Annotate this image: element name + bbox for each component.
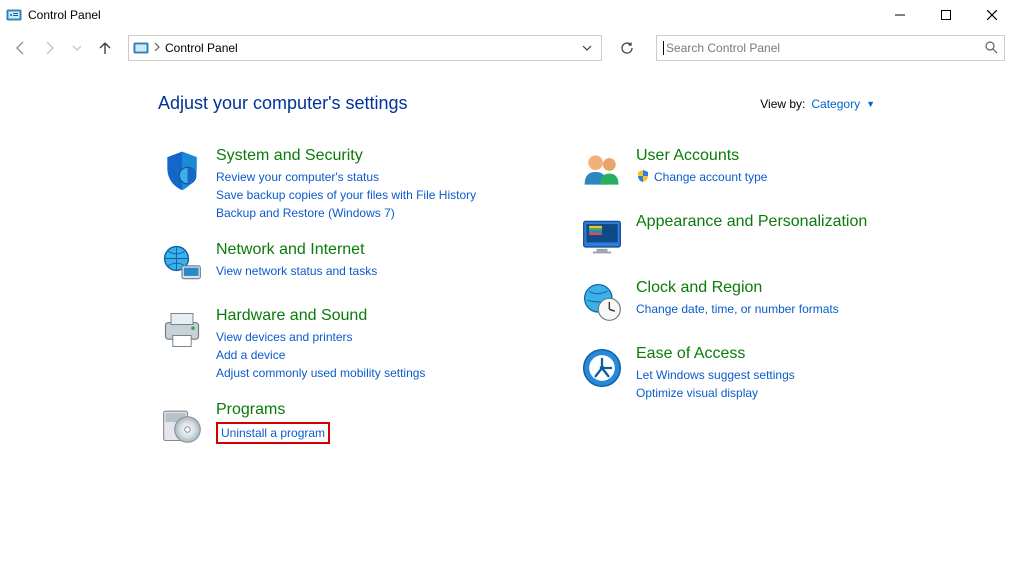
close-button[interactable] (969, 0, 1015, 30)
search-placeholder: Search Control Panel (666, 41, 780, 55)
maximize-button[interactable] (923, 0, 969, 30)
category-link[interactable]: View devices and printers (216, 328, 425, 346)
category-link[interactable]: Let Windows suggest settings (636, 366, 795, 384)
view-by-value[interactable]: Category (811, 97, 860, 111)
category-hardware-sound: Hardware and Sound View devices and prin… (158, 306, 518, 382)
category-link[interactable]: Optimize visual display (636, 384, 795, 402)
category-system-security: System and Security Review your computer… (158, 146, 518, 222)
forward-button[interactable] (38, 37, 60, 59)
back-button[interactable] (10, 37, 32, 59)
minimize-button[interactable] (877, 0, 923, 30)
breadcrumb-control-panel[interactable]: Control Panel (165, 41, 238, 55)
category-clock-region: Clock and Region Change date, time, or n… (578, 278, 938, 326)
control-panel-icon (6, 7, 22, 23)
category-programs: Programs Uninstall a program (158, 400, 518, 448)
category-appearance: Appearance and Personalization (578, 212, 938, 260)
chevron-down-icon[interactable]: ▼ (866, 99, 875, 109)
ease-of-access-icon (578, 344, 626, 392)
category-title[interactable]: Clock and Region (636, 278, 839, 298)
link-uninstall-a-program[interactable]: Uninstall a program (216, 422, 330, 444)
category-network-internet: Network and Internet View network status… (158, 240, 518, 288)
right-column: User Accounts Change account type (578, 146, 938, 466)
chevron-right-icon[interactable] (153, 43, 161, 54)
category-link[interactable]: Add a device (216, 346, 425, 364)
category-title[interactable]: User Accounts (636, 146, 767, 166)
users-icon (578, 146, 626, 194)
shield-icon (158, 146, 206, 194)
globe-network-icon (158, 240, 206, 288)
left-column: System and Security Review your computer… (158, 146, 518, 466)
clock-globe-icon (578, 278, 626, 326)
uac-shield-icon (636, 169, 650, 186)
search-icon[interactable] (984, 40, 998, 57)
category-title[interactable]: Hardware and Sound (216, 306, 425, 326)
category-link[interactable]: Backup and Restore (Windows 7) (216, 204, 476, 222)
address-dropdown-button[interactable] (577, 37, 597, 59)
control-panel-icon (133, 40, 149, 56)
printer-icon (158, 306, 206, 354)
content-area: Adjust your computer's settings View by:… (0, 65, 1015, 466)
category-title[interactable]: Programs (216, 400, 330, 420)
window-title: Control Panel (28, 8, 101, 22)
category-title[interactable]: Ease of Access (636, 344, 795, 364)
text-caret (663, 41, 664, 55)
navigation-bar: Control Panel Search Control Panel (0, 31, 1015, 65)
category-link[interactable]: Adjust commonly used mobility settings (216, 364, 425, 382)
category-link[interactable]: View network status and tasks (216, 262, 377, 280)
refresh-button[interactable] (612, 35, 642, 61)
category-link[interactable]: Change date, time, or number formats (636, 300, 839, 318)
view-by: View by: Category ▼ (760, 97, 875, 111)
category-title[interactable]: Network and Internet (216, 240, 377, 260)
page-title: Adjust your computer's settings (158, 93, 408, 114)
search-input[interactable]: Search Control Panel (656, 35, 1005, 61)
category-user-accounts: User Accounts Change account type (578, 146, 938, 194)
disc-box-icon (158, 400, 206, 448)
titlebar: Control Panel (0, 0, 1015, 31)
view-by-label: View by: (760, 97, 805, 111)
up-button[interactable] (94, 37, 116, 59)
category-link[interactable]: Save backup copies of your files with Fi… (216, 186, 476, 204)
category-title[interactable]: System and Security (216, 146, 476, 166)
category-link[interactable]: Change account type (654, 168, 767, 186)
category-ease-of-access: Ease of Access Let Windows suggest setti… (578, 344, 938, 402)
category-link[interactable]: Review your computer's status (216, 168, 476, 186)
monitor-personalize-icon (578, 212, 626, 260)
address-bar[interactable]: Control Panel (128, 35, 602, 61)
recent-locations-button[interactable] (66, 37, 88, 59)
category-title[interactable]: Appearance and Personalization (636, 212, 867, 232)
